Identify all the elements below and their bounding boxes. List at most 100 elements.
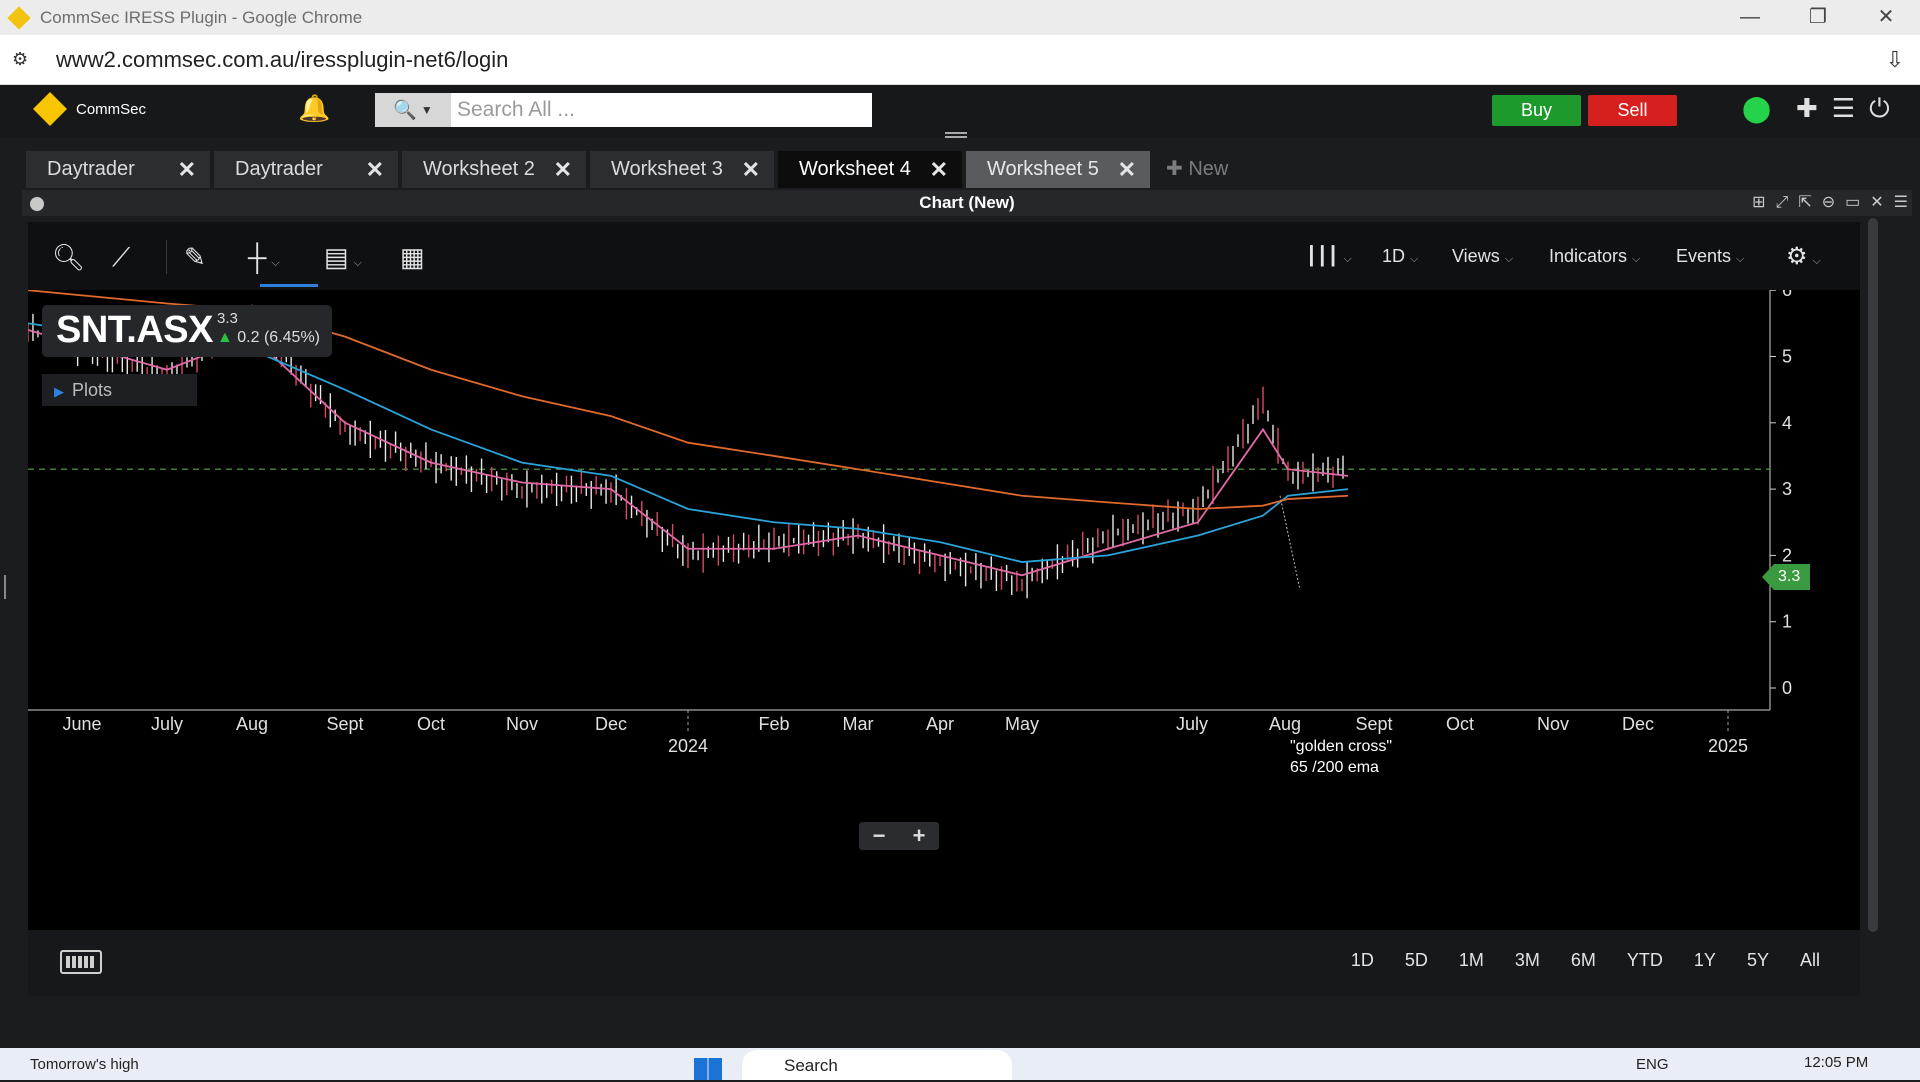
tab-worksheet-2[interactable]: Worksheet 2 ✕ <box>402 151 586 188</box>
comment-icon[interactable]: ▤ ⌵ <box>324 242 362 273</box>
site-settings-icon[interactable]: ⚙ <box>12 49 38 70</box>
table-icon[interactable]: ▦ <box>400 242 425 273</box>
views-label: Views <box>1452 246 1500 266</box>
plots-toggle[interactable]: ▶ Plots <box>42 374 197 406</box>
add-panel-icon[interactable]: ⊞ <box>1752 190 1765 216</box>
brand: CommSec <box>33 92 146 126</box>
crosshair-icon[interactable]: ┼ ⌵ <box>248 242 280 273</box>
views-dropdown[interactable]: Views ⌵ <box>1452 246 1513 267</box>
tab-worksheet-3[interactable]: Worksheet 3 ✕ <box>590 151 774 188</box>
close-panel-icon[interactable]: ✕ <box>1870 190 1883 216</box>
close-tab-icon[interactable]: ✕ <box>366 157 384 183</box>
arrow-up-icon: ▲ <box>217 329 238 346</box>
new-tab-button[interactable]: ✚ New <box>1154 151 1228 188</box>
interval-dropdown[interactable]: 1D ⌵ <box>1382 246 1418 267</box>
tab-daytrader-1[interactable]: Daytrader ✕ <box>26 151 210 188</box>
x-tick-label: May <box>1005 714 1039 734</box>
worksheet-tabs: Daytrader ✕ Daytrader ✕ Worksheet 2 ✕ Works… <box>26 151 1228 188</box>
range-3m[interactable]: 3M <box>1515 950 1540 971</box>
toolbar-divider <box>166 240 167 274</box>
buy-button[interactable]: Buy <box>1492 95 1581 126</box>
window-controls: — ❐ ✕ <box>1716 0 1920 35</box>
address-bar[interactable]: ⚙ www2.commsec.com.au/iressplugin-net6/l… <box>0 35 1920 85</box>
close-button[interactable]: ✕ <box>1852 0 1920 35</box>
restore-button[interactable]: ❐ <box>1784 0 1852 35</box>
keyboard-icon[interactable] <box>60 950 102 974</box>
tab-worksheet-5[interactable]: Worksheet 5 ✕ <box>966 151 1150 188</box>
chevron-down-icon: ▼ <box>420 103 433 117</box>
x-year-label: 2025 <box>1708 736 1748 756</box>
draw-pencil-icon[interactable]: ✎ <box>184 242 206 273</box>
range-ytd[interactable]: YTD <box>1627 950 1663 971</box>
chevron-down-icon: ⌵ <box>1504 253 1514 265</box>
zoom-out-button[interactable]: − <box>859 822 899 850</box>
chart-window-controls: ⊞ ⤢ ⇱ ⊖ ▭ ✕ ☰ <box>1752 190 1908 216</box>
chevron-down-icon: ⌵ <box>1410 253 1419 265</box>
weather-widget[interactable]: Tomorrow's high <box>30 1056 139 1073</box>
range-5y[interactable]: 5Y <box>1747 950 1769 971</box>
add-icon[interactable]: ✚ <box>1796 93 1818 125</box>
settings-gear-icon[interactable]: ⚙ ⌵ <box>1786 242 1821 271</box>
range-6m[interactable]: 6M <box>1571 950 1596 971</box>
app-header: CommSec 🔔 🔍 ▼ Buy Sell ⬤ ✚ ☰ ⏻ <box>0 85 1920 138</box>
indicators-dropdown[interactable]: Indicators ⌵ <box>1549 246 1640 267</box>
annotation-line-1: "golden cross" <box>1290 738 1393 755</box>
install-app-icon[interactable]: ⇩ <box>1886 47 1904 73</box>
windows-start-icon[interactable] <box>694 1058 722 1080</box>
minimize-panel-icon[interactable]: ⊖ <box>1822 190 1835 216</box>
range-1m[interactable]: 1M <box>1459 950 1484 971</box>
range-1d[interactable]: 1D <box>1351 950 1374 971</box>
minimize-button[interactable]: — <box>1716 0 1784 35</box>
browser-title-bar: CommSec IRESS Plugin - Google Chrome — ❐… <box>0 0 1920 35</box>
range-1y[interactable]: 1Y <box>1694 950 1716 971</box>
vertical-scrollbar[interactable] <box>1868 218 1878 932</box>
range-all[interactable]: All <box>1800 950 1820 971</box>
browser-title: CommSec IRESS Plugin - Google Chrome <box>40 7 363 27</box>
panel-resize-handle[interactable] <box>4 575 8 599</box>
chart-window-titlebar[interactable]: Chart (New) ⊞ ⤢ ⇱ ⊖ ▭ ✕ ☰ <box>22 190 1912 216</box>
search-icon: 🔍 <box>393 100 417 121</box>
tab-label: Daytrader <box>47 158 135 180</box>
tab-worksheet-4[interactable]: Worksheet 4 ✕ <box>778 151 962 188</box>
events-dropdown[interactable]: Events ⌵ <box>1676 246 1744 267</box>
close-tab-icon[interactable]: ✕ <box>554 157 572 183</box>
price-chart[interactable]: 0 1 2 3 4 5 6 June July Aug Sept Oct Nov Dec 2024 Feb Ma… <box>28 290 1860 930</box>
y-tick-label: 2 <box>1782 545 1792 565</box>
zoom-in-button[interactable]: + <box>899 822 939 850</box>
chart-area[interactable]: 0 1 2 3 4 5 6 June July Aug Sept Oct Nov Dec 2024 Feb Ma… <box>28 290 1860 930</box>
close-tab-icon[interactable]: ✕ <box>178 157 196 183</box>
y-tick-label: 0 <box>1782 678 1792 698</box>
plots-label: Plots <box>72 380 113 400</box>
x-tick-label: Sept <box>1355 714 1392 734</box>
maximize-panel-icon[interactable]: ▭ <box>1845 190 1860 216</box>
taskbar-search[interactable]: Search <box>742 1050 1012 1080</box>
close-tab-icon[interactable]: ✕ <box>930 157 948 183</box>
search-input[interactable] <box>451 93 872 127</box>
location-pin-icon[interactable]: ⬤ <box>1742 93 1771 124</box>
panel-menu-icon[interactable]: ☰ <box>1894 190 1908 216</box>
y-tick-label: 4 <box>1782 413 1792 433</box>
symbol-code: SNT.ASX <box>56 309 213 351</box>
popout-icon[interactable]: ⇱ <box>1798 190 1811 216</box>
search-menu-button[interactable]: 🔍 ▼ <box>375 93 451 127</box>
sell-button[interactable]: Sell <box>1588 95 1677 126</box>
bell-icon[interactable]: 🔔 <box>298 93 330 124</box>
ema-line-ema-fast <box>28 329 1349 577</box>
drag-handle[interactable] <box>945 132 967 138</box>
chart-type-candles-icon[interactable]: ┃┃┃ ⌵ <box>1306 246 1352 267</box>
clock[interactable]: 12:05 PM <box>1804 1054 1868 1071</box>
range-5d[interactable]: 5D <box>1405 950 1428 971</box>
x-tick-label: Nov <box>506 714 538 734</box>
x-tick-label: Sept <box>326 714 363 734</box>
expand-icon[interactable]: ⤢ <box>1776 190 1789 216</box>
power-icon[interactable]: ⏻ <box>1869 93 1890 125</box>
menu-icon[interactable]: ☰ <box>1832 93 1855 125</box>
zoom-search-icon[interactable]: 🔍︎ <box>52 242 85 273</box>
close-tab-icon[interactable]: ✕ <box>742 157 760 183</box>
y-tick-label: 6 <box>1782 290 1792 300</box>
trend-line-icon[interactable]: ⟋ <box>112 242 130 274</box>
close-tab-icon[interactable]: ✕ <box>1118 157 1136 183</box>
tab-daytrader-2[interactable]: Daytrader ✕ <box>214 151 398 188</box>
url-text[interactable]: www2.commsec.com.au/iressplugin-net6/log… <box>56 47 508 73</box>
language-indicator[interactable]: ENG <box>1636 1056 1669 1073</box>
